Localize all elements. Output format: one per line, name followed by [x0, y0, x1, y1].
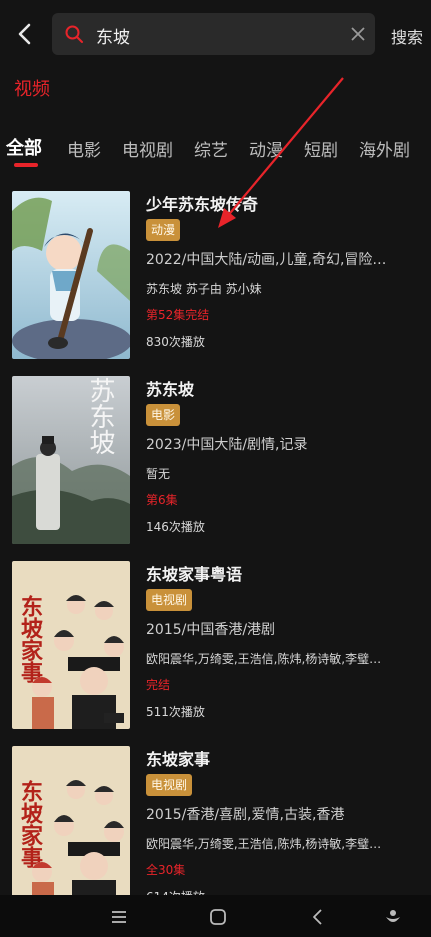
assistant-icon[interactable] [383, 907, 403, 927]
poster-image[interactable]: 东坡家事 [12, 746, 130, 914]
result-item[interactable]: 东坡家事 东坡家事粤语 电视剧 2015/中国香港/港剧 欧阳震华,万绮雯,王浩… [0, 556, 431, 729]
nav-back-icon[interactable] [308, 907, 328, 927]
tab-tv-series[interactable]: 电视剧 [122, 136, 173, 161]
category-tabs: 全部 电影 电视剧 综艺 动漫 短剧 海外剧 [0, 134, 431, 170]
play-count: 830次播放 [146, 335, 205, 349]
active-tab-indicator [14, 163, 38, 167]
result-cast: 欧阳震华,万绮雯,王浩信,陈炜,杨诗敏,李璧… [146, 652, 382, 666]
clear-icon[interactable] [349, 25, 367, 43]
poster-image[interactable] [12, 191, 130, 359]
tab-anime[interactable]: 动漫 [249, 136, 283, 161]
tab-movie[interactable]: 电影 [67, 136, 101, 161]
search-query[interactable]: 东坡 [96, 23, 130, 48]
search-icon [65, 25, 83, 43]
result-meta: 2015/香港/喜剧,爱情,古装,香港 [146, 807, 345, 823]
system-nav-bar [0, 895, 431, 937]
result-meta: 2023/中国大陆/剧情,记录 [146, 437, 308, 453]
section-title: 视频 [14, 79, 50, 100]
category-badge: 电影 [146, 404, 181, 426]
menu-icon[interactable] [109, 907, 129, 927]
back-icon[interactable] [12, 20, 38, 48]
poster-image[interactable]: 东坡家事 [12, 561, 130, 729]
top-bar: 东坡 搜索 [0, 0, 431, 68]
poster-image[interactable]: 苏东坡 [12, 376, 130, 544]
play-count: 146次播放 [146, 520, 205, 534]
search-input[interactable]: 东坡 [52, 13, 375, 55]
result-cast: 欧阳震华,万绮雯,王浩信,陈炜,杨诗敏,李璧… [146, 837, 382, 851]
poster-calligraphy: 苏东坡 [85, 377, 115, 455]
result-item[interactable]: 苏东坡 苏东坡 电影 2023/中国大陆/剧情,记录 暂无 第6集 146次播放 [0, 371, 431, 544]
episode-status: 全30集 [146, 863, 186, 877]
result-title[interactable]: 东坡家事 [146, 746, 210, 770]
result-cast: 苏东坡 苏子由 苏小妹 [146, 282, 262, 296]
result-title[interactable]: 东坡家事粤语 [146, 561, 242, 585]
poster-calligraphy: 东坡家事 [17, 779, 43, 868]
category-badge: 电视剧 [146, 589, 193, 611]
tab-overseas[interactable]: 海外剧 [359, 136, 410, 161]
episode-status: 第6集 [146, 493, 178, 507]
search-button[interactable]: 搜索 [391, 24, 423, 48]
home-icon[interactable] [208, 907, 228, 927]
category-badge: 电视剧 [146, 774, 193, 796]
episode-status: 第52集完结 [146, 308, 210, 322]
tab-all[interactable]: 全部 [6, 134, 42, 160]
result-item[interactable]: 少年苏东坡传奇 动漫 2022/中国大陆/动画,儿童,奇幻,冒险… 苏东坡 苏子… [0, 186, 431, 359]
result-item[interactable]: 东坡家事 东坡家事 电视剧 2015/香港/喜剧,爱情,古装,香港 欧阳震华,万… [0, 741, 431, 914]
result-title[interactable]: 少年苏东坡传奇 [146, 191, 258, 215]
result-meta: 2015/中国香港/港剧 [146, 622, 276, 638]
play-count: 511次播放 [146, 705, 205, 719]
tab-variety[interactable]: 综艺 [194, 136, 228, 161]
result-meta: 2022/中国大陆/动画,儿童,奇幻,冒险… [146, 252, 387, 268]
result-title[interactable]: 苏东坡 [146, 376, 194, 400]
tab-short-drama[interactable]: 短剧 [304, 136, 338, 161]
category-badge: 动漫 [146, 219, 181, 241]
result-cast: 暂无 [146, 467, 171, 481]
episode-status: 完结 [146, 678, 171, 692]
poster-calligraphy: 东坡家事 [17, 594, 43, 683]
